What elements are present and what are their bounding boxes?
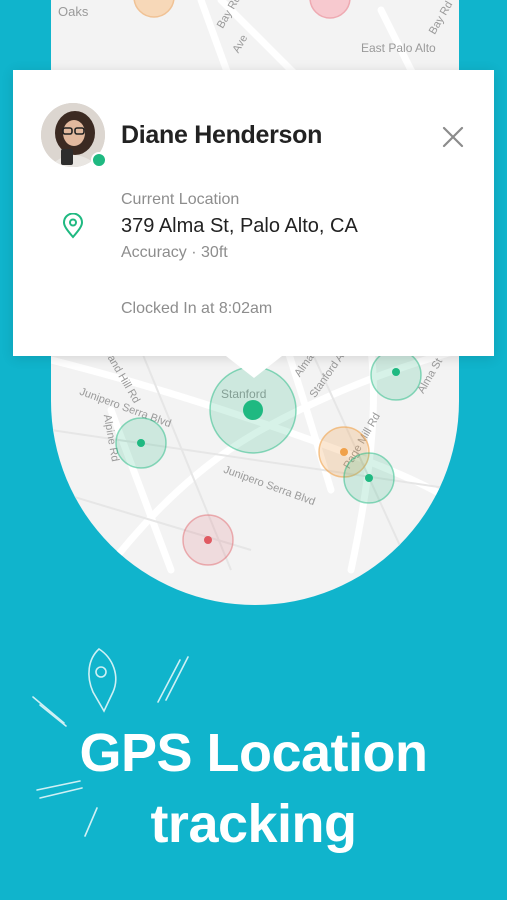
map-label: Stanford (221, 387, 267, 401)
location-accuracy: Accuracy · 30ft (121, 244, 228, 261)
clock-in-status: Clocked In at 8:02am (121, 300, 273, 317)
current-location-address: 379 Alma St, Palo Alto, CA (121, 215, 358, 237)
employee-location-card: Diane Henderson Current Location 379 Alm… (13, 70, 494, 356)
location-pin-icon (61, 212, 85, 239)
map-label: Oaks (58, 4, 89, 19)
map-label: East Palo Alto (361, 41, 436, 55)
headline-line-2: tracking (150, 794, 357, 854)
online-status-icon (91, 152, 107, 168)
current-location-label: Current Location (121, 191, 240, 208)
headline-line-1: GPS Location (79, 723, 428, 783)
map-label: rth (58, 0, 71, 2)
card-pointer (226, 356, 282, 378)
close-icon (442, 126, 464, 148)
close-button[interactable] (440, 124, 466, 150)
employee-name: Diane Henderson (121, 121, 323, 149)
